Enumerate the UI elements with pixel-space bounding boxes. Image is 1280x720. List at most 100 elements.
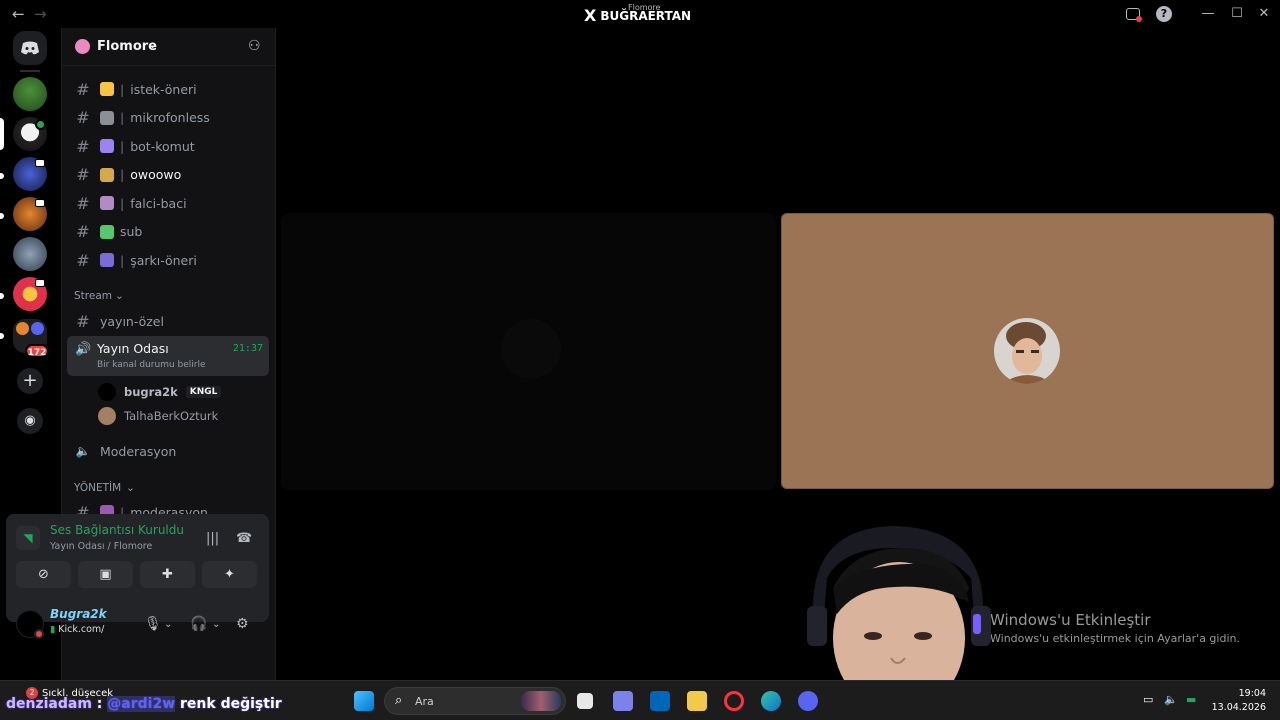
noise-suppression-icon[interactable]: |||: [206, 531, 219, 546]
clock-time: 19:04: [1238, 688, 1266, 699]
back-button[interactable]: ←: [12, 5, 25, 23]
voice-user-bugra2k[interactable]: bugra2k KNGL: [98, 383, 222, 401]
channel-mikrofonless[interactable]: # | mikrofonless: [72, 105, 268, 131]
channel-şarkı-öneri[interactable]: # | şarkı-öneri: [72, 247, 268, 273]
participant-tile[interactable]: [781, 213, 1274, 489]
voice-connection-location[interactable]: Yayın Odası / Flomore: [50, 541, 152, 552]
channel-emoji-icon: [100, 110, 114, 125]
server-bgr-icon[interactable]: [13, 77, 47, 111]
connection-signal-icon[interactable]: ◥: [16, 526, 40, 550]
edge-icon[interactable]: [761, 691, 781, 711]
guild-header[interactable]: Flomore ⌄ ⚇: [62, 28, 276, 66]
hash-icon: #: [76, 165, 90, 184]
start-windows-icon[interactable]: [354, 691, 374, 711]
stream-placeholder: [501, 319, 561, 379]
unread-pill-4: [0, 333, 4, 339]
category-stream[interactable]: Stream: [74, 290, 112, 302]
channel-owoowo[interactable]: # | owoowo: [72, 162, 268, 188]
voice-user-name: bugra2k: [124, 385, 178, 399]
window-title: Flomore: [628, 3, 661, 12]
voice-channel-moderasyon[interactable]: 🔈 Moderasyon: [72, 438, 268, 464]
brand-logo: X BUĞRAERTAN Flomore: [584, 3, 691, 25]
server-4-stream-icon: [35, 199, 45, 207]
channel-bot-komut[interactable]: # | bot-komut: [72, 133, 268, 159]
user-panel: Bugra2k ▮ Kick.com/ 🎙 ⌄ 🎧 ⌄ ⚙: [6, 602, 269, 646]
battery-icon[interactable]: ▬: [1186, 693, 1196, 706]
forward-button[interactable]: →: [34, 5, 47, 23]
channel-separator: |: [120, 110, 125, 125]
add-server-icon[interactable]: +: [17, 368, 43, 394]
stream-tile-empty[interactable]: [281, 213, 776, 490]
channel-yayin-ozel[interactable]: # yayın-özel: [72, 308, 268, 334]
user-display-name[interactable]: Bugra2k: [50, 607, 107, 621]
category-yonetim[interactable]: YÖNETİM: [74, 482, 121, 494]
headphones-icon[interactable]: 🎧: [190, 616, 207, 632]
system-clock[interactable]: 19:04 13.04.2026: [1210, 687, 1266, 715]
voice-user-talhaberkozturk[interactable]: TalhaBerkOzturk: [98, 407, 218, 425]
channel-sub[interactable]: # sub: [72, 219, 268, 245]
chat-colon: :: [91, 696, 108, 712]
camera-off-button[interactable]: ⊘: [16, 561, 71, 588]
opera-icon[interactable]: [724, 691, 744, 711]
settings-gear-icon[interactable]: ⚙: [236, 616, 249, 632]
mic-options-chevron-icon[interactable]: ⌄: [164, 619, 172, 630]
invite-user-icon[interactable]: ⚇: [248, 38, 261, 54]
hash-icon: #: [76, 136, 90, 156]
discover-compass-icon[interactable]: ◉: [17, 408, 43, 434]
teams-icon[interactable]: [613, 691, 633, 711]
kick-icon: ▮: [50, 624, 56, 635]
channel-name: şarkı-öneri: [130, 252, 197, 268]
voice-channel-yayin-odasi[interactable]: 🔊 Yayın Odası Bir kanal durumu belirle 2…: [67, 336, 269, 376]
taskbar-search[interactable]: ⌕ Ara: [384, 687, 566, 715]
channel-emoji-icon: [100, 82, 114, 96]
speaker-icon: 🔈: [75, 444, 91, 458]
disconnect-call-icon[interactable]: ☎: [236, 531, 252, 546]
unread-pill-2: [0, 213, 4, 219]
help-icon[interactable]: ?: [1156, 6, 1172, 22]
hash-icon: #: [76, 108, 90, 127]
screen-share-button[interactable]: ▣: [78, 561, 133, 588]
category-stream-chevron-icon: ⌄: [115, 290, 124, 302]
voice-stage: [277, 28, 1280, 680]
chevron-down-icon: ⌄: [148, 38, 158, 51]
discord-taskbar-icon[interactable]: [798, 691, 818, 711]
minimize-button[interactable]: —: [1200, 6, 1216, 22]
channel-emoji-icon: [100, 167, 114, 182]
audio-options-chevron-icon[interactable]: ⌄: [212, 619, 220, 630]
channel-falci-baci[interactable]: # | falci-baci: [72, 190, 268, 216]
clock-date: 13.04.2026: [1211, 702, 1266, 713]
server-voice-indicator-icon: [35, 119, 46, 130]
speaker-icon: 🔊: [75, 342, 92, 357]
title-bar: ← → X BUĞRAERTAN Flomore ? — ☐ ✕: [0, 0, 1280, 28]
volume-icon[interactable]: 🔈: [1164, 693, 1178, 706]
microphone-icon[interactable]: 🎙: [144, 616, 162, 632]
channel-separator: |: [120, 195, 125, 211]
hash-icon: #: [76, 311, 90, 331]
activities-button[interactable]: ✚: [140, 561, 195, 588]
channel-name: mikrofonless: [130, 110, 210, 125]
server-5-icon[interactable]: [13, 237, 47, 271]
avatar: [98, 383, 116, 401]
network-icon[interactable]: ▭: [1143, 693, 1153, 706]
soundboard-button[interactable]: ✦: [202, 561, 257, 588]
participant-avatar: [994, 318, 1060, 384]
rail-divider: [20, 70, 40, 72]
channel-name: bot-komut: [130, 138, 195, 154]
voice-channel-name: Yayın Odası: [97, 341, 169, 356]
user-custom-status: ▮ Kick.com/: [50, 624, 104, 635]
task-view-icon[interactable]: [577, 693, 593, 709]
channel-istek-öneri[interactable]: # | istek-öneri: [72, 76, 268, 102]
activities-icon: ✚: [162, 567, 173, 582]
channel-name: falci-baci: [130, 195, 187, 211]
maximize-button[interactable]: ☐: [1229, 6, 1245, 22]
inbox-icon[interactable]: [1126, 8, 1142, 22]
file-explorer-icon[interactable]: [687, 691, 707, 711]
channel-separator: |: [120, 252, 125, 268]
close-button[interactable]: ✕: [1256, 6, 1272, 22]
voice-channel-status[interactable]: Bir kanal durumu belirle: [97, 360, 206, 370]
store-icon[interactable]: [650, 691, 670, 711]
server-3-stream-icon: [35, 159, 45, 167]
discord-home-icon[interactable]: [13, 31, 47, 65]
unread-pill: [0, 173, 4, 179]
search-highlight-image: [521, 691, 561, 711]
